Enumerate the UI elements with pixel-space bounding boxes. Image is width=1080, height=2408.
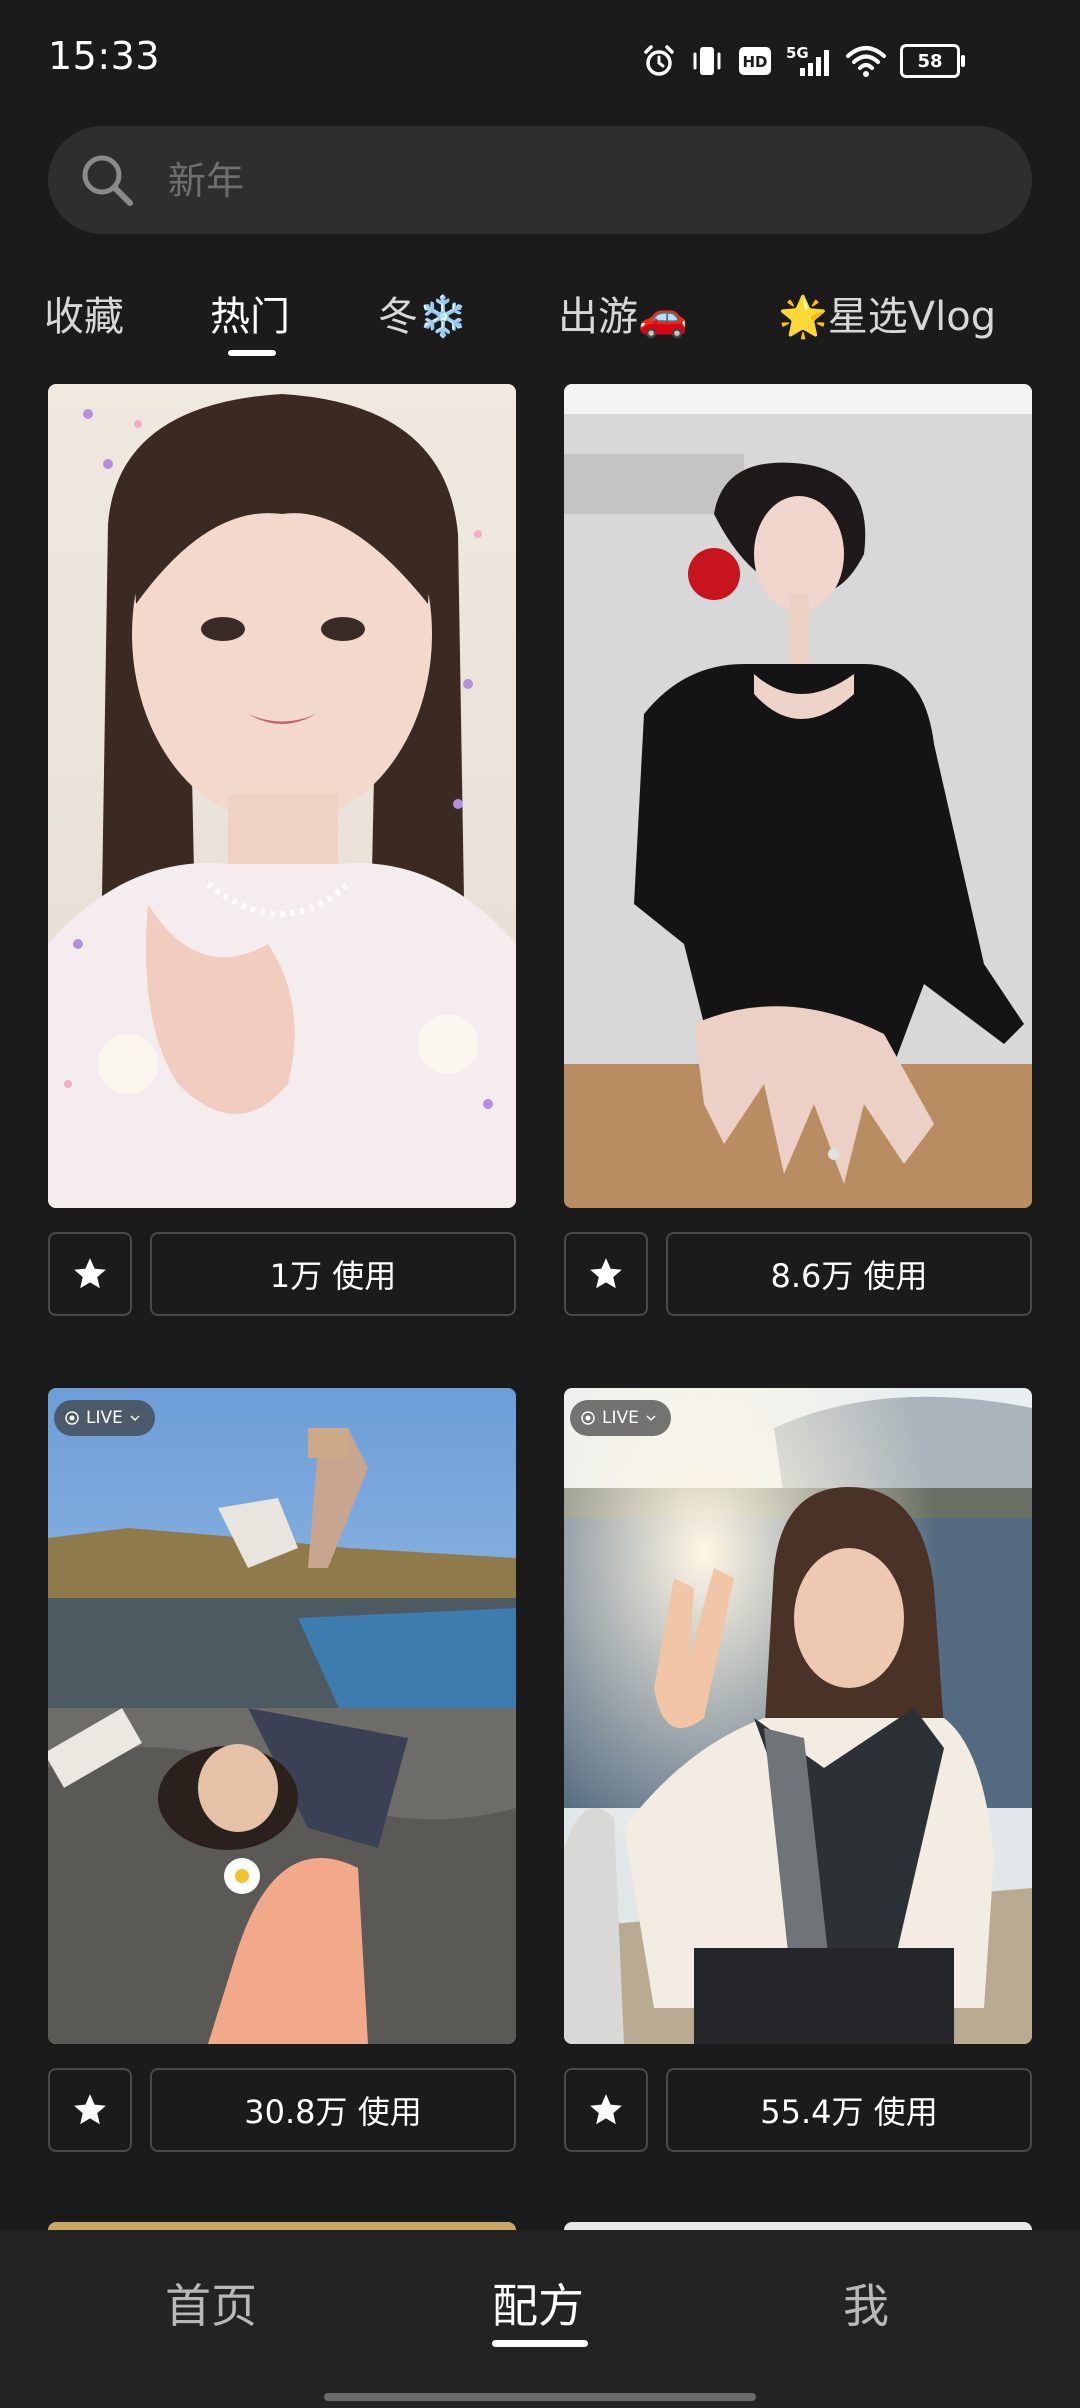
wifi-icon: [846, 44, 886, 78]
active-tab-indicator: [228, 350, 276, 356]
5g-signal-icon: 5G: [786, 44, 832, 78]
search-bar[interactable]: [48, 126, 1032, 236]
bottom-nav: 首页 配方 我: [0, 2230, 1080, 2408]
status-icons: HD 5G 58: [642, 44, 965, 78]
use-button[interactable]: 1万 使用: [150, 1232, 516, 1316]
chevron-down-icon: [130, 1415, 140, 1422]
live-badge[interactable]: LIVE: [54, 1400, 155, 1436]
card-thumbnail-beach[interactable]: LIVE: [48, 1388, 516, 2044]
use-button[interactable]: 30.8万 使用: [150, 2068, 516, 2152]
active-nav-indicator: [492, 2340, 588, 2347]
live-label: LIVE: [86, 1408, 123, 1428]
card-actions: 55.4万 使用: [564, 2068, 1032, 2152]
live-icon: [65, 1411, 79, 1425]
nav-me[interactable]: 我: [843, 2270, 889, 2336]
vibrate-icon: [690, 44, 724, 78]
battery-icon: 58: [900, 44, 965, 78]
star-icon: [590, 2094, 622, 2125]
home-indicator[interactable]: [324, 2393, 756, 2401]
live-badge[interactable]: LIVE: [570, 1400, 671, 1436]
live-icon: [581, 1411, 595, 1425]
favorite-button[interactable]: [48, 1232, 132, 1316]
search-input[interactable]: [166, 126, 990, 236]
status-time: 15:33: [48, 34, 161, 78]
card-actions: 8.6万 使用: [564, 1232, 1032, 1316]
hd-text: HD: [742, 53, 767, 71]
tab-hot[interactable]: 热门: [210, 284, 290, 342]
star-icon: [74, 2094, 106, 2125]
use-button[interactable]: 8.6万 使用: [666, 1232, 1032, 1316]
tab-winter[interactable]: 冬❄️: [378, 284, 468, 342]
alarm-icon: [642, 44, 676, 78]
use-button[interactable]: 55.4万 使用: [666, 2068, 1032, 2152]
card-thumbnail-waterfront[interactable]: LIVE: [564, 1388, 1032, 2044]
nav-home[interactable]: 首页: [165, 2270, 257, 2336]
star-icon: [74, 1258, 106, 1289]
tab-outing[interactable]: 出游🚗: [558, 284, 688, 342]
search-icon: [78, 151, 136, 213]
chevron-down-icon: [646, 1415, 656, 1422]
category-tabs: 收藏 热门 冬❄️ 出游🚗 🌟星选Vlog: [0, 270, 1080, 360]
favorite-button[interactable]: [564, 2068, 648, 2152]
battery-level: 58: [917, 50, 943, 72]
star-icon: [590, 1258, 622, 1289]
card-thumbnail-portrait[interactable]: [48, 384, 516, 1208]
hd-icon: HD: [738, 46, 772, 76]
favorite-button[interactable]: [48, 2068, 132, 2152]
nav-recipes[interactable]: 配方: [492, 2270, 584, 2336]
tab-favorites[interactable]: 收藏: [44, 284, 124, 342]
card-actions: 30.8万 使用: [48, 2068, 516, 2152]
card-actions: 1万 使用: [48, 1232, 516, 1316]
favorite-button[interactable]: [564, 1232, 648, 1316]
status-bar: 15:33 HD 5G 58: [0, 0, 1080, 120]
network-text: 5G: [786, 44, 809, 62]
card-thumbnail-portrait[interactable]: [564, 384, 1032, 1208]
live-label: LIVE: [602, 1408, 639, 1428]
tab-vlog[interactable]: 🌟星选Vlog: [778, 284, 996, 342]
